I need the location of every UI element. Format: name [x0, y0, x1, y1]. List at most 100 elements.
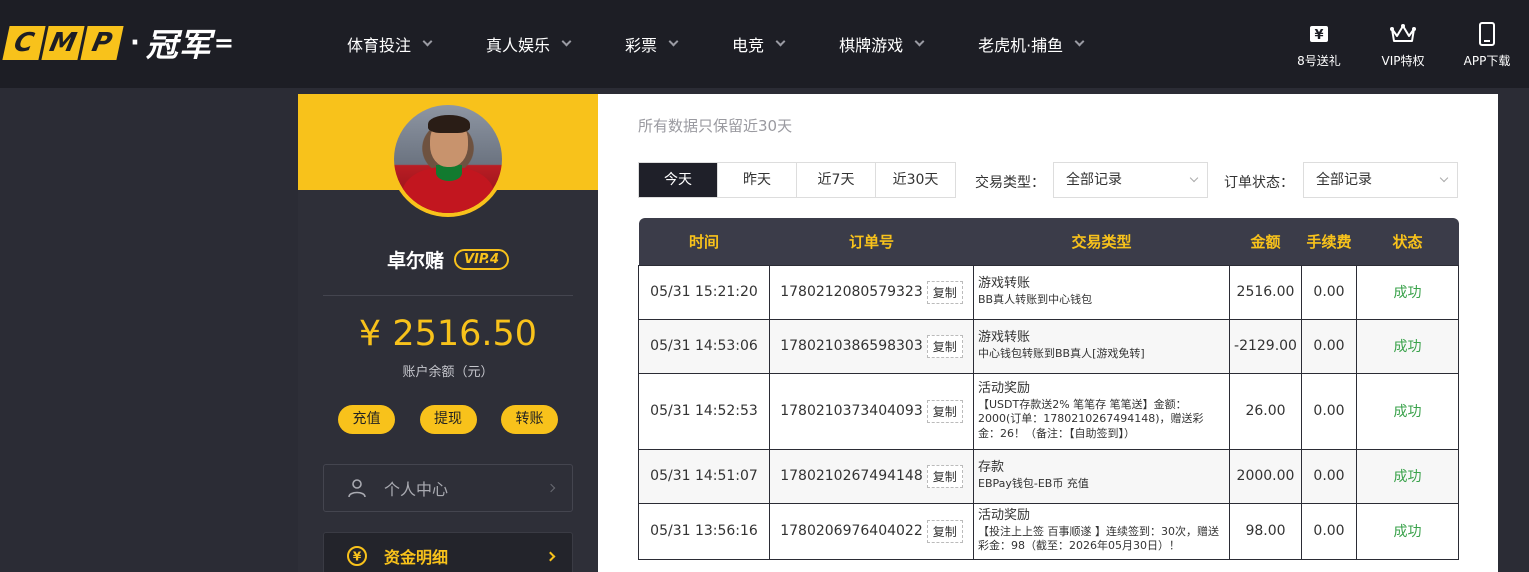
transfer-button[interactable]: 转账 — [501, 405, 558, 434]
chevron-down-icon — [668, 36, 679, 47]
nav-item-live-casino[interactable]: 真人娱乐 — [486, 32, 572, 56]
sidebar-item-fund-details[interactable]: ¥ 资金明细 — [323, 532, 573, 572]
brand-logo[interactable]: C M P · 冠军 = — [2, 24, 235, 64]
deposit-button[interactable]: 充值 — [338, 405, 395, 434]
yen-coin-icon: ¥ — [346, 545, 368, 567]
divider — [323, 295, 573, 296]
logo-dash-icon: = — [213, 29, 235, 57]
sidebar-item-personal-center[interactable]: 个人中心 — [323, 464, 573, 512]
chevron-down-icon — [1189, 173, 1199, 183]
wallet-actions: 充值 提现 转账 — [338, 405, 558, 434]
logo-cmp-mark: C M P — [2, 26, 124, 60]
transaction-type-select[interactable]: 全部记录 — [1053, 162, 1208, 198]
cell-fee: 0.00 — [1301, 318, 1357, 374]
tab-last-7-days[interactable]: 近7天 — [797, 163, 876, 197]
copy-button[interactable]: 复制 — [926, 280, 963, 304]
table-row: 05/31 14:52:53 1780210373404093 复制 活动奖励 【U… — [638, 372, 1459, 450]
nav-item-sports[interactable]: 体育投注 — [347, 32, 433, 56]
cell-order: 1780210373404093 复制 — [769, 372, 974, 450]
cell-time: 05/31 15:21:20 — [638, 264, 770, 320]
cell-type: 游戏转账 中心钱包转账到BB真人[游戏免转] — [973, 318, 1230, 374]
cell-status: 成功 — [1356, 448, 1459, 504]
logo-cn-name: 冠军 — [145, 26, 212, 64]
table-row: 05/31 14:51:07 1780210267494148 复制 存款 EBPa… — [638, 448, 1459, 504]
cell-type: 活动奖励 【USDT存款送2% 笔笔存 笔笔送】金额：2000(订单：178021… — [973, 372, 1230, 450]
logo-separator: · — [130, 28, 140, 58]
chevron-down-icon — [775, 36, 786, 47]
top-header: C M P · 冠军 = 体育投注 真人娱乐 彩票 电竞 棋牌游戏 老虎机·捕鱼… — [0, 0, 1529, 88]
col-order-no: 订单号 — [848, 232, 894, 251]
fund-details-panel: 所有数据只保留近30天 今天 昨天 近7天 近30天 交易类型： 全部记录 订单… — [598, 94, 1498, 572]
tab-yesterday[interactable]: 昨天 — [718, 163, 797, 197]
nav-item-slots-fishing[interactable]: 老虎机·捕鱼 — [978, 32, 1085, 56]
username: 卓尔赌 — [386, 250, 444, 272]
date-range-tabs: 今天 昨天 近7天 近30天 — [638, 162, 956, 198]
cell-type: 游戏转账 BB真人转账到中心钱包 — [973, 264, 1230, 320]
cell-order: 1780206976404022 复制 — [769, 502, 974, 560]
cell-amount: 2516.00 — [1229, 264, 1302, 320]
header-gift-link[interactable]: ¥ 8号送礼 — [1277, 22, 1361, 69]
withdraw-button[interactable]: 提现 — [419, 405, 477, 434]
phone-icon — [1478, 22, 1496, 46]
cell-fee: 0.00 — [1301, 448, 1357, 504]
cell-time: 05/31 13:56:16 — [638, 502, 770, 560]
copy-button[interactable]: 复制 — [926, 334, 963, 358]
table-header-row: 时间 订单号 交易类型 金额 手续费 状态 — [638, 218, 1459, 265]
yen-gift-icon: ¥ — [1308, 22, 1330, 46]
transaction-type-label: 交易类型： — [975, 175, 1045, 191]
header-shortcuts: ¥ 8号送礼 VIP特权 APP下载 — [1277, 22, 1529, 69]
account-balance: ¥ 2516.50 — [358, 314, 538, 354]
chevron-down-icon — [914, 36, 925, 47]
col-fee: 手续费 — [1306, 232, 1352, 251]
cell-time: 05/31 14:51:07 — [638, 448, 770, 504]
col-time: 时间 — [688, 232, 719, 251]
cell-fee: 0.00 — [1301, 372, 1357, 450]
table-row: 05/31 14:53:06 1780210386598303 复制 游戏转账 中心… — [638, 318, 1459, 374]
nav-item-lottery[interactable]: 彩票 — [625, 32, 679, 56]
account-balance-label: 账户余额（元） — [402, 365, 494, 380]
transactions-table: 时间 订单号 交易类型 金额 手续费 状态 05/31 15:21:20 178… — [638, 218, 1459, 560]
crown-icon — [1390, 22, 1416, 46]
cell-status: 成功 — [1356, 318, 1459, 374]
user-name-row: 卓尔赌 VIP.4 — [298, 246, 598, 273]
chevron-right-icon — [545, 551, 556, 561]
chevron-right-icon — [546, 483, 556, 493]
avatar-image — [394, 105, 502, 213]
svg-text:¥: ¥ — [353, 550, 362, 564]
tab-today[interactable]: 今天 — [639, 163, 718, 197]
cell-type: 存款 EBPay钱包-EB币 充值 — [973, 448, 1230, 504]
vip-badge: VIP.4 — [453, 249, 510, 270]
cell-amount: 2000.00 — [1229, 448, 1302, 504]
cell-status: 成功 — [1356, 372, 1459, 450]
cell-status: 成功 — [1356, 502, 1459, 560]
chevron-down-icon — [1074, 36, 1085, 47]
col-status: 状态 — [1392, 232, 1423, 251]
cell-amount: -2129.00 — [1229, 318, 1302, 374]
cell-order: 1780212080579323 复制 — [769, 264, 974, 320]
tab-last-30-days[interactable]: 近30天 — [876, 163, 955, 197]
svg-text:¥: ¥ — [1314, 28, 1323, 43]
nav-item-card-games[interactable]: 棋牌游戏 — [839, 32, 925, 56]
chevron-down-icon — [1439, 173, 1449, 183]
copy-button[interactable]: 复制 — [926, 519, 963, 543]
cell-time: 05/31 14:53:06 — [638, 318, 770, 374]
copy-button[interactable]: 复制 — [926, 464, 963, 488]
header-app-link[interactable]: APP下载 — [1445, 22, 1529, 69]
account-sidebar: 卓尔赌 VIP.4 ¥ 2516.50 账户余额（元） 充值 提现 转账 个人中… — [298, 94, 598, 572]
cell-time: 05/31 14:52:53 — [638, 372, 770, 450]
user-icon — [346, 478, 368, 498]
table-row: 05/31 13:56:16 1780206976404022 复制 活动奖励 【投… — [638, 502, 1459, 560]
retention-note: 所有数据只保留近30天 — [638, 117, 793, 135]
nav-item-esports[interactable]: 电竞 — [732, 32, 786, 56]
cell-type: 活动奖励 【投注上上签 百事顺遂 】连续签到：30次，赠送彩金：98（截至：202… — [973, 502, 1230, 560]
chevron-down-icon — [561, 36, 572, 47]
cell-fee: 0.00 — [1301, 264, 1357, 320]
cell-fee: 0.00 — [1301, 502, 1357, 560]
header-vip-link[interactable]: VIP特权 — [1361, 22, 1445, 69]
copy-button[interactable]: 复制 — [926, 399, 963, 423]
order-status-select[interactable]: 全部记录 — [1303, 162, 1458, 198]
avatar[interactable] — [390, 101, 506, 217]
cell-order: 1780210267494148 复制 — [769, 448, 974, 504]
order-status-label: 订单状态： — [1224, 175, 1294, 191]
cell-order: 1780210386598303 复制 — [769, 318, 974, 374]
